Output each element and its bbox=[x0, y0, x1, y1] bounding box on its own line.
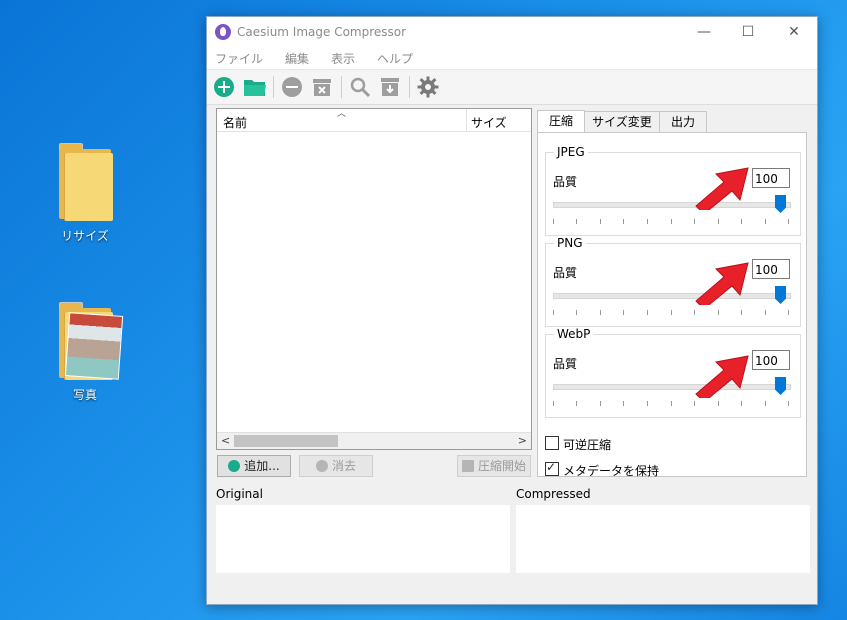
scrollbar-thumb[interactable] bbox=[234, 435, 338, 447]
desktop-folder-label: リサイズ bbox=[61, 229, 109, 243]
remove-button[interactable]: 消去 bbox=[299, 455, 373, 477]
webp-quality-input[interactable]: 100 bbox=[752, 350, 790, 370]
title-bar[interactable]: Caesium Image Compressor — ☐ ✕ bbox=[207, 17, 817, 47]
sort-caret-icon: ︿ bbox=[337, 109, 347, 119]
jpeg-quality-slider[interactable] bbox=[553, 202, 791, 208]
annotation-arrow-icon bbox=[695, 262, 749, 305]
search-icon[interactable] bbox=[349, 76, 371, 98]
group-title: PNG bbox=[554, 236, 586, 250]
compression-panel: JPEG 品質 100 PNG 品質 100 WebP 品質 100 可逆圧縮 … bbox=[537, 132, 807, 478]
keep-metadata-checkbox[interactable] bbox=[545, 460, 559, 476]
horizontal-scrollbar[interactable]: < > bbox=[217, 432, 531, 449]
close-button[interactable]: ✕ bbox=[779, 21, 809, 43]
keep-metadata-label: メタデータを保持 bbox=[563, 464, 660, 478]
tab-resize[interactable]: サイズ変更 bbox=[584, 111, 660, 132]
slider-handle[interactable] bbox=[775, 377, 786, 395]
quality-label: 品質 bbox=[553, 175, 578, 189]
maximize-button[interactable]: ☐ bbox=[733, 21, 763, 43]
webp-quality-slider[interactable] bbox=[553, 384, 791, 390]
original-preview bbox=[216, 505, 510, 573]
slider-ticks bbox=[553, 310, 789, 316]
window-title: Caesium Image Compressor bbox=[237, 25, 407, 39]
remove-icon bbox=[315, 460, 328, 472]
menu-edit[interactable]: 編集 bbox=[285, 50, 309, 67]
slider-handle[interactable] bbox=[775, 195, 786, 213]
desktop-folder-resize[interactable]: リサイズ bbox=[45, 143, 125, 244]
quality-label: 品質 bbox=[553, 357, 578, 371]
menu-view[interactable]: 表示 bbox=[331, 50, 355, 67]
png-group: PNG 品質 100 bbox=[545, 236, 801, 327]
minimize-button[interactable]: — bbox=[689, 21, 719, 43]
slider-handle[interactable] bbox=[775, 286, 786, 304]
folder-icon bbox=[57, 143, 113, 221]
tab-compression[interactable]: 圧縮 bbox=[537, 110, 585, 133]
file-list-header: ︿ 名前 サイズ bbox=[217, 109, 531, 132]
original-label: Original bbox=[216, 487, 263, 501]
menu-bar: ファイル 編集 表示 ヘルプ bbox=[207, 47, 817, 70]
toolbar bbox=[207, 70, 817, 105]
scroll-left-icon[interactable]: < bbox=[221, 434, 230, 447]
file-list[interactable]: ︿ 名前 サイズ < > bbox=[216, 108, 532, 450]
lossless-label: 可逆圧縮 bbox=[563, 438, 612, 452]
compress-archive-icon[interactable] bbox=[379, 76, 401, 98]
slider-ticks bbox=[553, 401, 789, 407]
slider-ticks bbox=[553, 219, 789, 225]
annotation-arrow-icon bbox=[695, 355, 749, 398]
group-title: WebP bbox=[554, 327, 594, 341]
menu-file[interactable]: ファイル bbox=[215, 50, 263, 67]
webp-group: WebP 品質 100 bbox=[545, 327, 801, 418]
jpeg-quality-input[interactable]: 100 bbox=[752, 168, 790, 188]
jpeg-group: JPEG 品質 100 bbox=[545, 145, 801, 236]
tab-output[interactable]: 出力 bbox=[659, 111, 707, 132]
remove-icon[interactable] bbox=[281, 76, 303, 98]
scroll-right-icon[interactable]: > bbox=[518, 434, 527, 447]
app-window: Caesium Image Compressor — ☐ ✕ ファイル 編集 表… bbox=[206, 16, 818, 605]
photo-folder-icon bbox=[57, 302, 124, 380]
compressed-label: Compressed bbox=[516, 487, 591, 501]
start-compress-button[interactable]: 圧縮開始 bbox=[457, 455, 531, 477]
compressed-preview bbox=[516, 505, 810, 573]
column-size-header[interactable]: サイズ bbox=[471, 114, 507, 131]
annotation-arrow-icon bbox=[695, 167, 749, 210]
desktop-folder-label: 写真 bbox=[72, 388, 97, 402]
settings-gear-icon[interactable] bbox=[417, 76, 439, 98]
desktop-folder-photos[interactable]: 写真 bbox=[45, 302, 125, 403]
open-folder-icon[interactable] bbox=[243, 76, 267, 98]
menu-help[interactable]: ヘルプ bbox=[377, 50, 413, 67]
clear-list-icon[interactable] bbox=[311, 76, 333, 98]
png-quality-slider[interactable] bbox=[553, 293, 791, 299]
lossless-checkbox[interactable] bbox=[545, 436, 559, 450]
add-files-button[interactable]: 追加... bbox=[217, 455, 291, 477]
add-icon bbox=[228, 460, 241, 472]
png-quality-input[interactable]: 100 bbox=[752, 259, 790, 279]
quality-label: 品質 bbox=[553, 266, 578, 280]
archive-icon bbox=[461, 460, 474, 472]
column-name-header[interactable]: 名前 bbox=[223, 114, 247, 131]
group-title: JPEG bbox=[554, 145, 588, 159]
caesium-app-icon bbox=[215, 24, 231, 40]
add-icon[interactable] bbox=[213, 76, 235, 98]
